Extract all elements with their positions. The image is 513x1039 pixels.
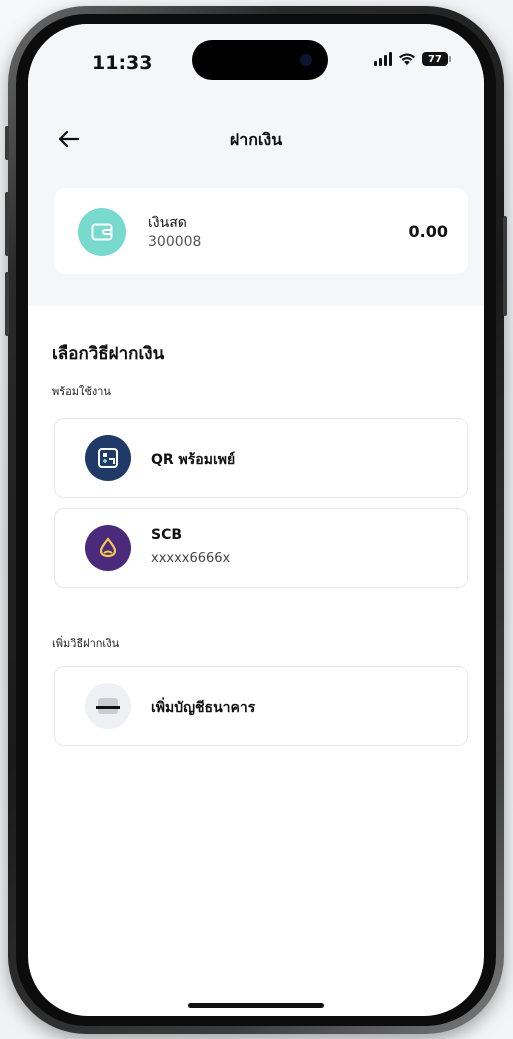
volume-down-button xyxy=(5,272,9,336)
add-bank-account-button[interactable]: เพิ่มบัญชีธนาคาร xyxy=(54,666,468,746)
account-balance: 0.00 xyxy=(408,222,448,241)
dynamic-island xyxy=(192,40,328,80)
power-button xyxy=(503,216,507,316)
account-name: เงินสด xyxy=(148,215,187,231)
method-label: QR พร้อมเพย์ xyxy=(151,452,236,468)
method-scb[interactable]: SCB xxxxx6666x xyxy=(54,508,468,588)
camera-icon xyxy=(300,54,312,66)
account-number: 300008 xyxy=(148,234,202,250)
signal-icon xyxy=(374,52,392,66)
action-button xyxy=(5,126,9,160)
phone-frame: 11:33 77 ฝากเงิน เงินสด 300008 0.00 เลือ… xyxy=(5,6,507,1034)
scb-icon xyxy=(85,525,131,571)
page-title: ฝากเงิน xyxy=(229,130,283,149)
status-icons: 77 xyxy=(374,52,451,66)
qr-icon xyxy=(85,435,131,481)
ready-label: พร้อมใช้งาน xyxy=(52,385,111,398)
method-account-masked: xxxxx6666x xyxy=(151,551,231,566)
method-label: SCB xyxy=(151,527,183,543)
bank-card-icon xyxy=(85,683,131,729)
status-time: 11:33 xyxy=(92,52,153,74)
method-label: เพิ่มบัญชีธนาคาร xyxy=(151,700,256,716)
account-card: เงินสด 300008 0.00 xyxy=(54,188,468,274)
volume-up-button xyxy=(5,192,9,256)
wallet-icon xyxy=(78,208,126,256)
header-area: ฝากเงิน เงินสด 300008 0.00 xyxy=(28,110,484,306)
home-indicator[interactable] xyxy=(188,1003,324,1008)
method-qr-promptpay[interactable]: QR พร้อมเพย์ xyxy=(54,418,468,498)
status-bar: 11:33 77 xyxy=(28,24,484,110)
battery-icon: 77 xyxy=(422,52,451,66)
screen: 11:33 77 ฝากเงิน เงินสด 300008 0.00 เลือ… xyxy=(28,24,484,1016)
section-title: เลือกวิธีฝากเงิน xyxy=(52,344,165,364)
add-method-label: เพิ่มวิธีฝากเงิน xyxy=(52,637,120,650)
wifi-icon xyxy=(399,53,415,65)
